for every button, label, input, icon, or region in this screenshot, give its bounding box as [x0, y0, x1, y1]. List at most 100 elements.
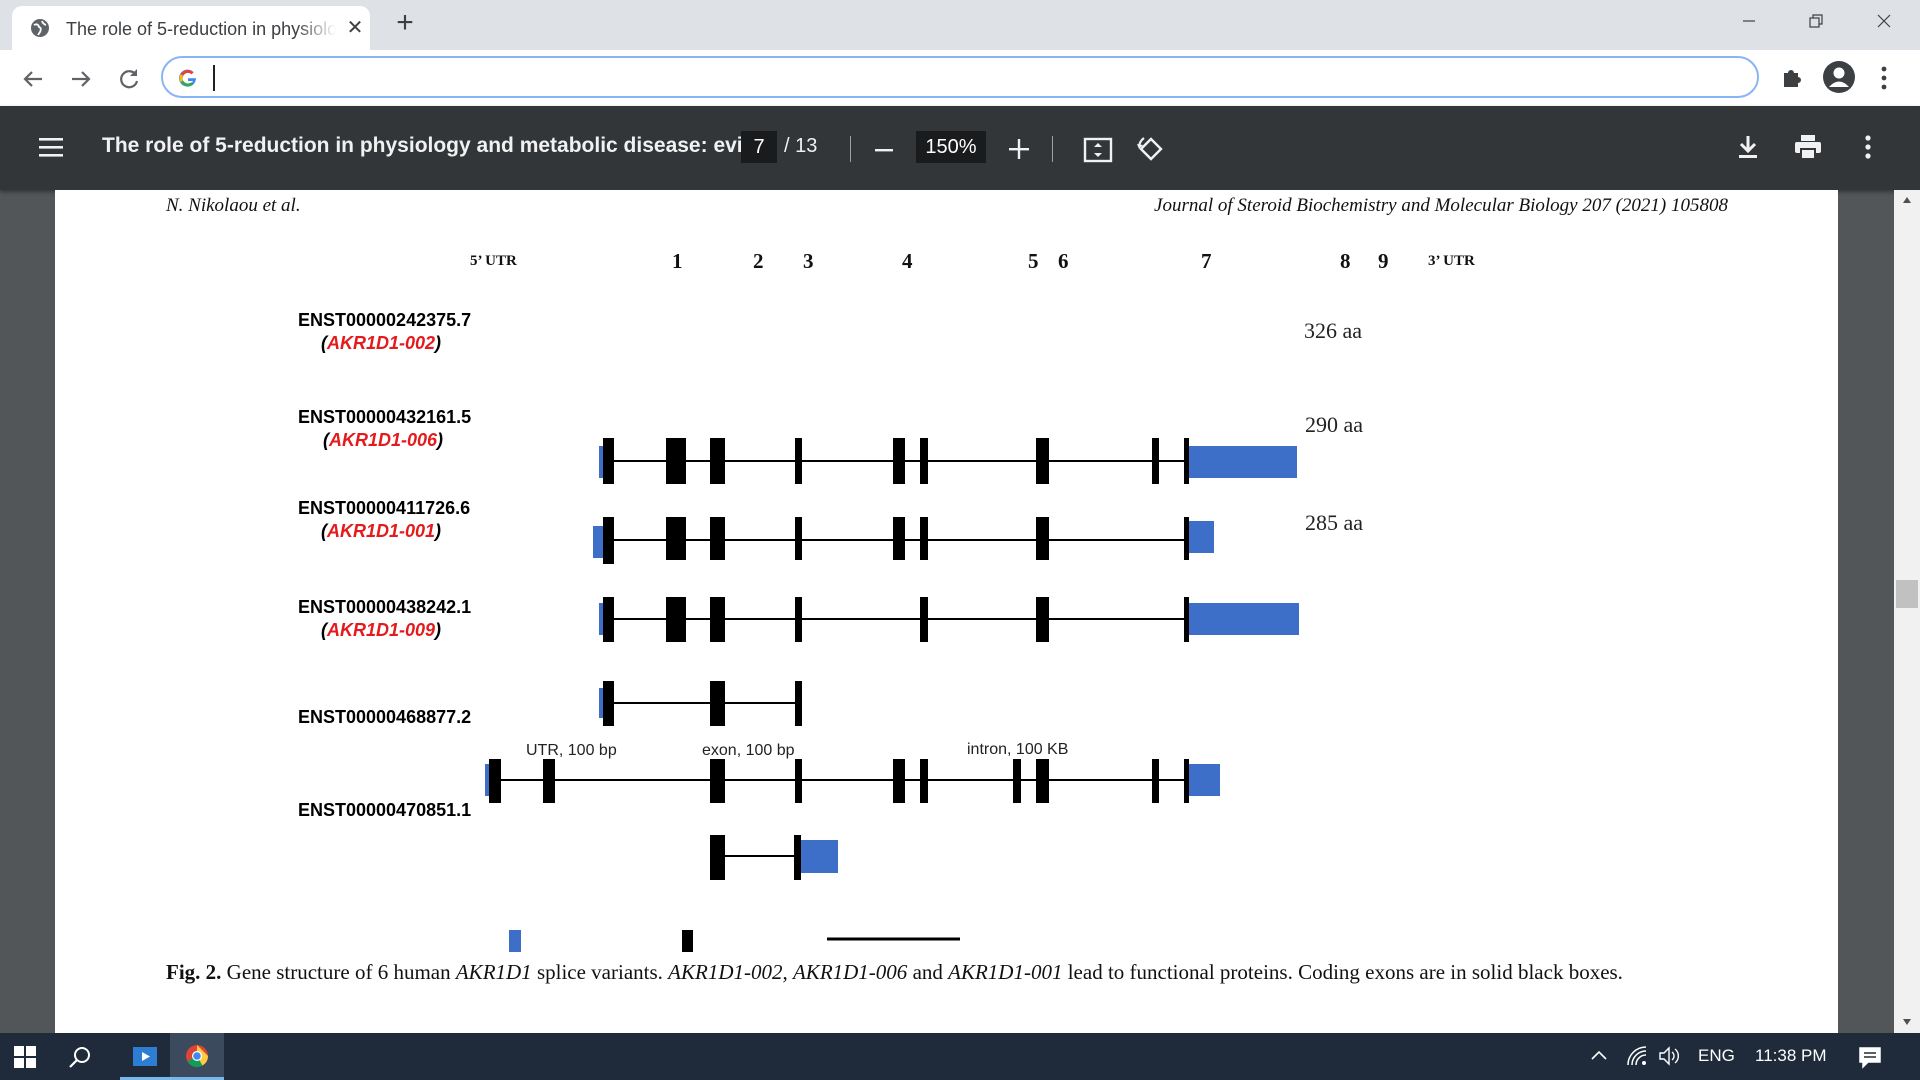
exon-block — [893, 438, 905, 484]
toolbar-divider — [850, 136, 851, 162]
profile-avatar-icon[interactable] — [1822, 60, 1856, 94]
exon-block — [710, 597, 725, 642]
exon-block — [710, 759, 725, 803]
browser-menu-icon[interactable] — [1878, 64, 1890, 92]
rotate-icon[interactable] — [1135, 133, 1167, 165]
exon-block — [795, 759, 802, 803]
search-icon[interactable] — [68, 1045, 92, 1069]
restore-icon — [1809, 14, 1823, 28]
exon-block — [710, 835, 725, 880]
wifi-icon[interactable] — [1626, 1045, 1648, 1067]
zoom-out-icon[interactable] — [874, 140, 894, 160]
exon-block — [1036, 597, 1049, 642]
exon-block — [1152, 438, 1159, 484]
exon-block — [920, 438, 928, 484]
exon-block — [666, 597, 686, 642]
exon-block — [794, 835, 801, 880]
pdf-title: The role of 5-reduction in physiology an… — [102, 134, 761, 157]
exon-block — [920, 597, 928, 642]
transcript-track-6 — [710, 835, 838, 880]
exon-block — [1184, 597, 1189, 642]
exon-block — [603, 681, 614, 726]
media-player-icon — [133, 1047, 157, 1066]
zoom-level[interactable]: 150% — [916, 131, 986, 163]
exon-block — [893, 759, 905, 803]
fit-to-page-icon[interactable] — [1083, 136, 1113, 164]
scrollbar-thumb[interactable] — [1896, 580, 1918, 608]
show-hidden-icons-chevron-icon[interactable] — [1590, 1048, 1608, 1062]
taskbar-app-chrome[interactable] — [170, 1033, 224, 1080]
transcript-track-3 — [599, 597, 1299, 642]
exon-block — [893, 517, 905, 560]
exon-block — [1013, 759, 1021, 803]
more-options-icon[interactable] — [1862, 134, 1874, 160]
exon-block — [666, 438, 686, 484]
hamburger-menu-icon[interactable] — [38, 136, 64, 158]
exon-block — [795, 681, 802, 726]
pdf-page: N. Nikolaou et al. Journal of Steroid Bi… — [55, 190, 1838, 1033]
print-icon[interactable] — [1794, 134, 1822, 160]
exon-block — [795, 517, 802, 560]
utr-block — [1189, 603, 1299, 635]
minimize-button[interactable] — [1726, 6, 1772, 40]
exon-block — [1036, 759, 1049, 803]
vertical-scrollbar[interactable] — [1894, 190, 1920, 1033]
windows-start-icon[interactable] — [14, 1046, 36, 1068]
exon-block — [666, 517, 686, 560]
transcript-track-4 — [599, 681, 802, 726]
exon-block — [920, 517, 928, 560]
page-total: / 13 — [784, 135, 818, 157]
figure-caption: Fig. 2. Gene structure of 6 human AKR1D1… — [166, 960, 1623, 984]
language-indicator[interactable]: ENG — [1698, 1046, 1735, 1066]
utr-block — [1189, 446, 1297, 478]
google-g-icon — [179, 69, 196, 87]
legend-utr-swatch — [509, 930, 521, 952]
new-tab-button[interactable]: + — [390, 8, 420, 38]
utr-block — [1189, 764, 1220, 796]
exon-block — [920, 759, 928, 803]
transcript-track-1 — [599, 438, 1297, 484]
transcript-track-2 — [593, 517, 1214, 564]
exon-block — [795, 438, 802, 484]
exon-block — [603, 438, 614, 484]
volume-icon[interactable] — [1658, 1045, 1682, 1067]
restore-button[interactable] — [1793, 6, 1839, 40]
page-number-input[interactable]: 7 — [741, 131, 777, 163]
chrome-icon — [186, 1045, 208, 1067]
exon-block — [710, 438, 725, 484]
exon-block — [795, 597, 802, 642]
extensions-puzzle-icon[interactable] — [1778, 64, 1806, 92]
notifications-icon[interactable] — [1858, 1045, 1882, 1069]
close-window-button[interactable] — [1861, 6, 1907, 40]
pdf-toolbar: The role of 5-reduction in physiology an… — [0, 106, 1920, 190]
exon-block — [1152, 759, 1159, 803]
globe-icon — [31, 19, 49, 37]
exon-block — [1036, 438, 1049, 484]
address-bar[interactable] — [161, 56, 1759, 98]
address-input[interactable] — [209, 64, 1709, 92]
exon-block — [489, 759, 501, 803]
minimize-icon — [1743, 20, 1755, 22]
text-caret — [213, 65, 215, 91]
download-icon[interactable] — [1736, 134, 1760, 160]
tab-strip: The role of 5-reduction in physiology an… — [0, 0, 1920, 50]
taskbar: ENG 11:38 PM — [0, 1033, 1920, 1080]
close-icon — [1877, 14, 1891, 28]
legend-utr-label: UTR, 100 bp — [526, 742, 617, 759]
exon-block — [1184, 759, 1189, 803]
reload-icon[interactable] — [114, 64, 144, 94]
exon-block — [603, 517, 614, 564]
exon-block — [543, 759, 555, 803]
scroll-up-arrow-icon[interactable] — [1902, 196, 1912, 204]
zoom-in-icon[interactable] — [1008, 138, 1030, 160]
clock-time[interactable]: 11:38 PM — [1755, 1046, 1827, 1066]
tab-close-button[interactable]: ✕ — [344, 17, 366, 39]
browser-tab[interactable]: The role of 5-reduction in physiology an… — [12, 6, 370, 50]
taskbar-app-media[interactable] — [120, 1033, 170, 1080]
toolbar-divider — [1052, 136, 1053, 162]
tab-title: The role of 5-reduction in physiology an… — [66, 19, 336, 39]
scroll-down-arrow-icon[interactable] — [1902, 1018, 1912, 1026]
back-arrow-icon[interactable] — [18, 64, 48, 94]
utr-block — [1189, 521, 1214, 553]
forward-arrow-icon[interactable] — [66, 64, 96, 94]
